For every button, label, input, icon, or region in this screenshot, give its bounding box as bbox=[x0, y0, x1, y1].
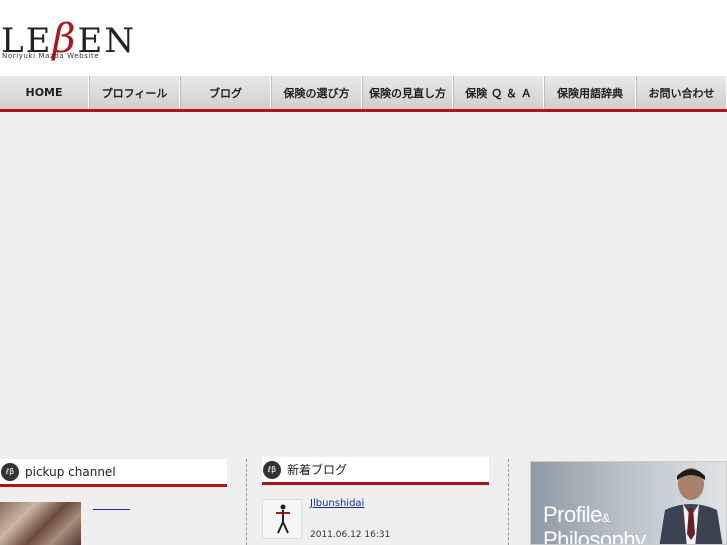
logo-badge-icon: ℓβ bbox=[1, 462, 19, 481]
nav-how-to-choose[interactable]: 保険の選び方 bbox=[271, 76, 362, 109]
nav-contact[interactable]: お問い合わせ bbox=[636, 76, 727, 109]
nav-profile[interactable]: プロフィール bbox=[89, 76, 180, 109]
person-photo bbox=[659, 468, 723, 544]
hero-area bbox=[0, 112, 727, 457]
blog-heading: ℓβ 新着ブログ bbox=[262, 457, 489, 485]
pickup-link[interactable] bbox=[93, 509, 130, 510]
pickup-thumbnail[interactable] bbox=[0, 502, 81, 545]
content-area: ℓβ pickup channel ℓβ 新着ブログ Jlbunshidai 2… bbox=[0, 457, 727, 545]
blog-entry-date: 2011.06.12 16:31 bbox=[310, 530, 391, 540]
header: LEβEN Noriyuki Mazda Website bbox=[0, 0, 727, 76]
nav-blog[interactable]: ブログ bbox=[180, 76, 271, 109]
nav-glossary[interactable]: 保険用語辞典 bbox=[544, 76, 636, 109]
pickup-title: pickup channel bbox=[25, 464, 116, 479]
figure-icon bbox=[276, 504, 290, 534]
blog-thumbnail[interactable] bbox=[262, 499, 302, 539]
global-nav: HOME プロフィール ブログ 保険の選び方 保険の見直し方 保険 Ｑ ＆ Ａ … bbox=[0, 76, 727, 112]
column-divider bbox=[246, 459, 247, 545]
column-divider bbox=[508, 459, 509, 545]
nav-home[interactable]: HOME bbox=[0, 76, 89, 109]
profile-philosophy-banner[interactable]: Profile& Philosophy bbox=[530, 461, 727, 545]
pickup-heading: ℓβ pickup channel bbox=[0, 459, 227, 487]
nav-qa[interactable]: 保険 Ｑ ＆ Ａ bbox=[453, 76, 544, 109]
site-logo[interactable]: LEβEN Noriyuki Mazda Website bbox=[0, 14, 134, 66]
blog-entry-link[interactable]: Jlbunshidai bbox=[310, 498, 364, 509]
nav-how-to-review[interactable]: 保険の見直し方 bbox=[362, 76, 453, 109]
profile-banner-text: Profile& Philosophy bbox=[543, 502, 646, 545]
blog-title: 新着ブログ bbox=[287, 463, 348, 477]
logo-subtitle: Noriyuki Mazda Website bbox=[2, 52, 100, 60]
logo-badge-icon: ℓβ bbox=[263, 460, 281, 479]
